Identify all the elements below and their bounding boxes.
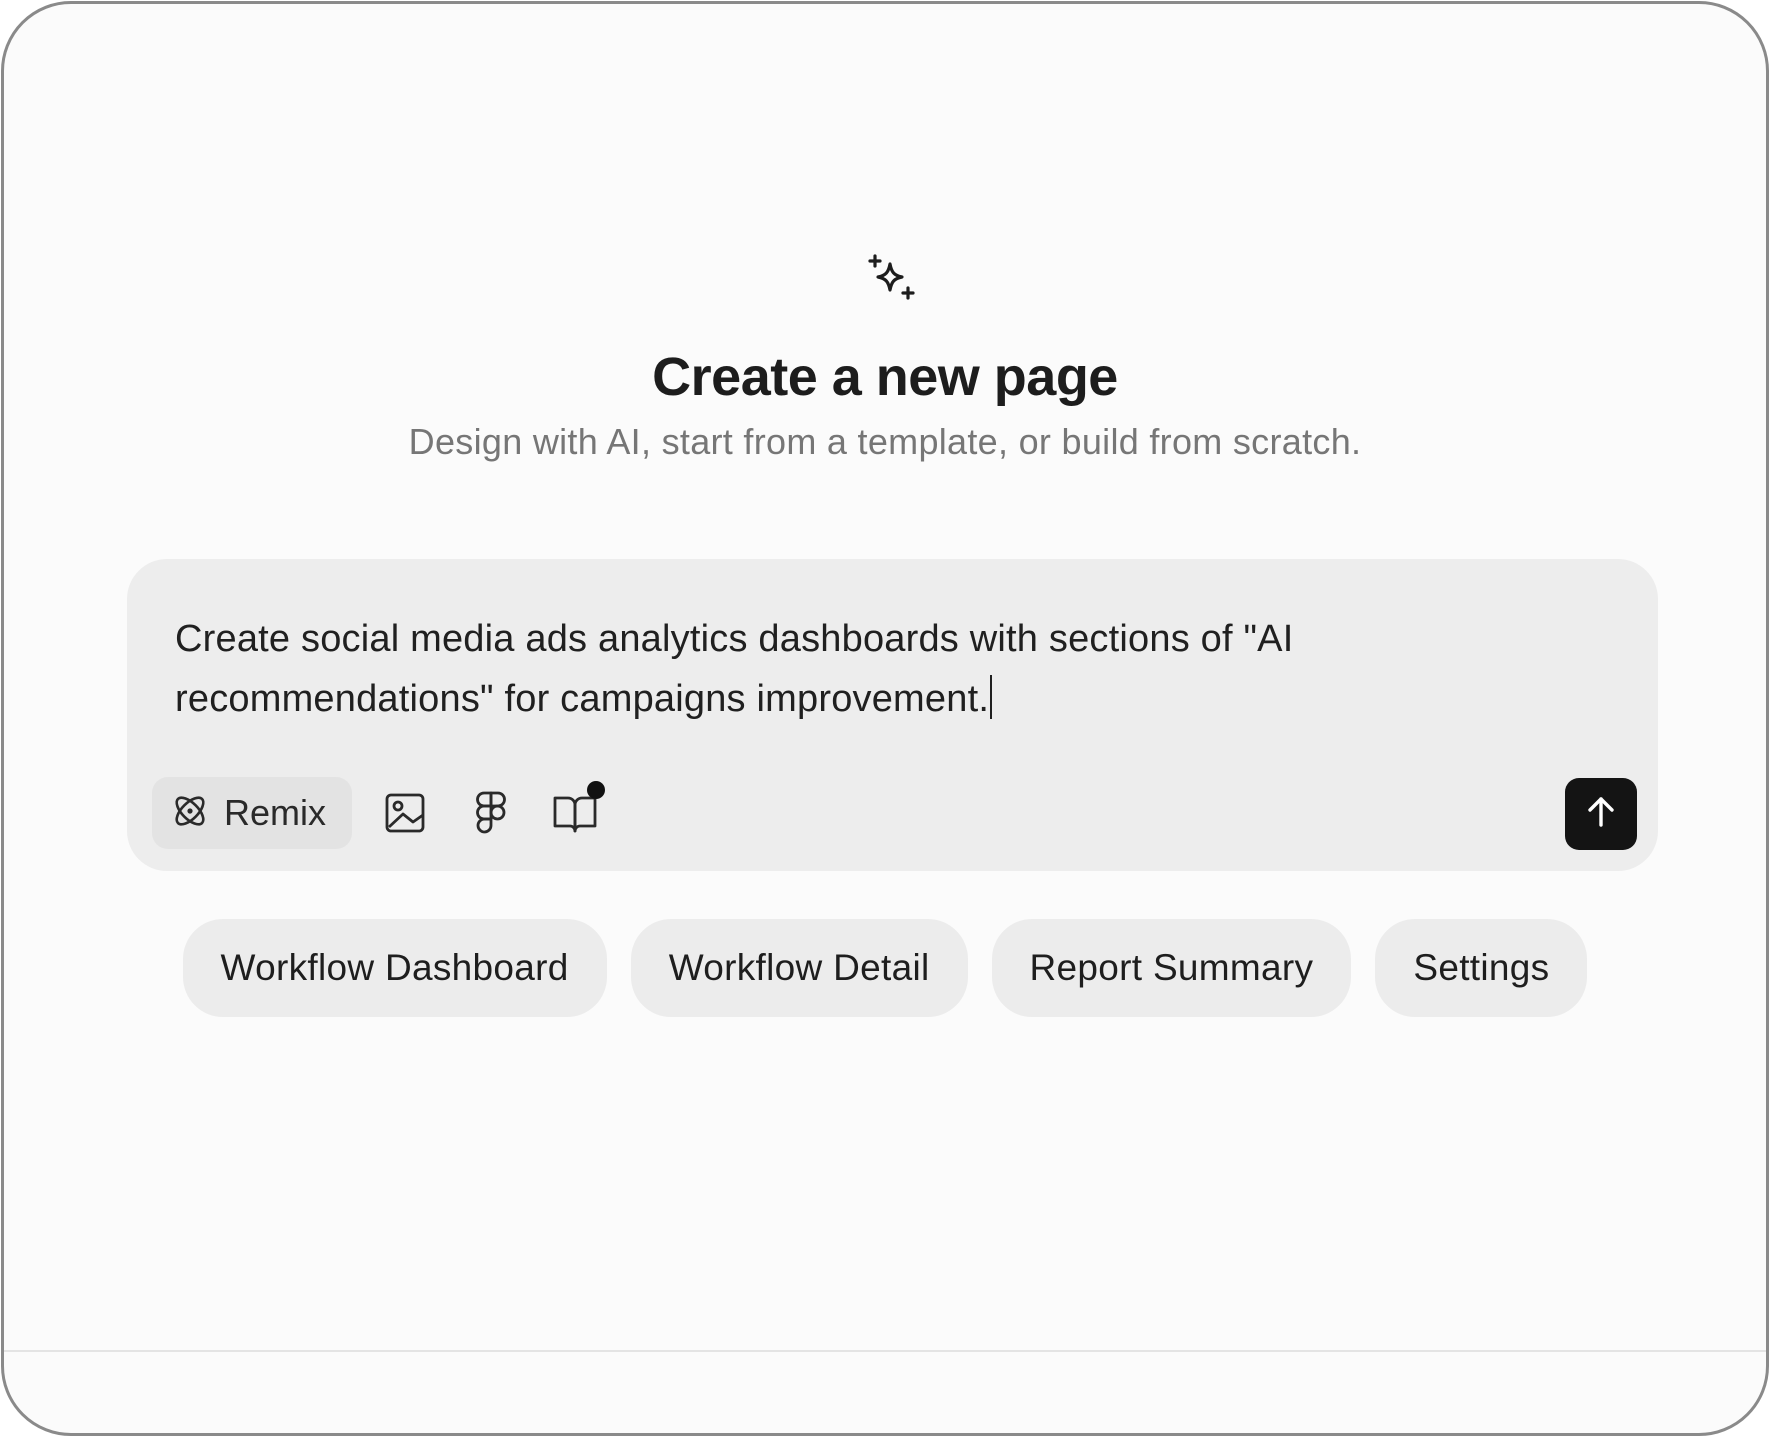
atom-icon [170, 791, 210, 836]
notification-dot [587, 781, 605, 799]
app-window: Create a new page Design with AI, start … [1, 1, 1769, 1436]
suggestion-chips: Workflow Dashboard Workflow Detail Repor… [4, 919, 1766, 1017]
figma-icon[interactable] [467, 789, 515, 837]
chip-workflow-detail[interactable]: Workflow Detail [630, 919, 968, 1017]
prompt-composer: Create social media ads analytics dashbo… [127, 559, 1658, 871]
image-icon[interactable] [381, 789, 429, 837]
prompt-input[interactable]: Create social media ads analytics dashbo… [175, 609, 1575, 729]
remix-button[interactable]: Remix [152, 777, 352, 849]
prompt-text-value: Create social media ads analytics dashbo… [175, 618, 1294, 720]
arrow-up-icon [1582, 793, 1620, 836]
footer-divider [4, 1350, 1766, 1352]
remix-label: Remix [224, 792, 327, 833]
text-caret [990, 675, 993, 719]
send-button[interactable] [1565, 778, 1637, 850]
chip-workflow-dashboard[interactable]: Workflow Dashboard [182, 919, 607, 1017]
chip-report-summary[interactable]: Report Summary [991, 919, 1352, 1017]
page-subtitle: Design with AI, start from a template, o… [408, 421, 1362, 462]
chip-settings[interactable]: Settings [1375, 919, 1588, 1017]
book-icon[interactable] [551, 781, 605, 837]
sparkles-icon [865, 250, 919, 304]
page-title: Create a new page [652, 347, 1118, 407]
